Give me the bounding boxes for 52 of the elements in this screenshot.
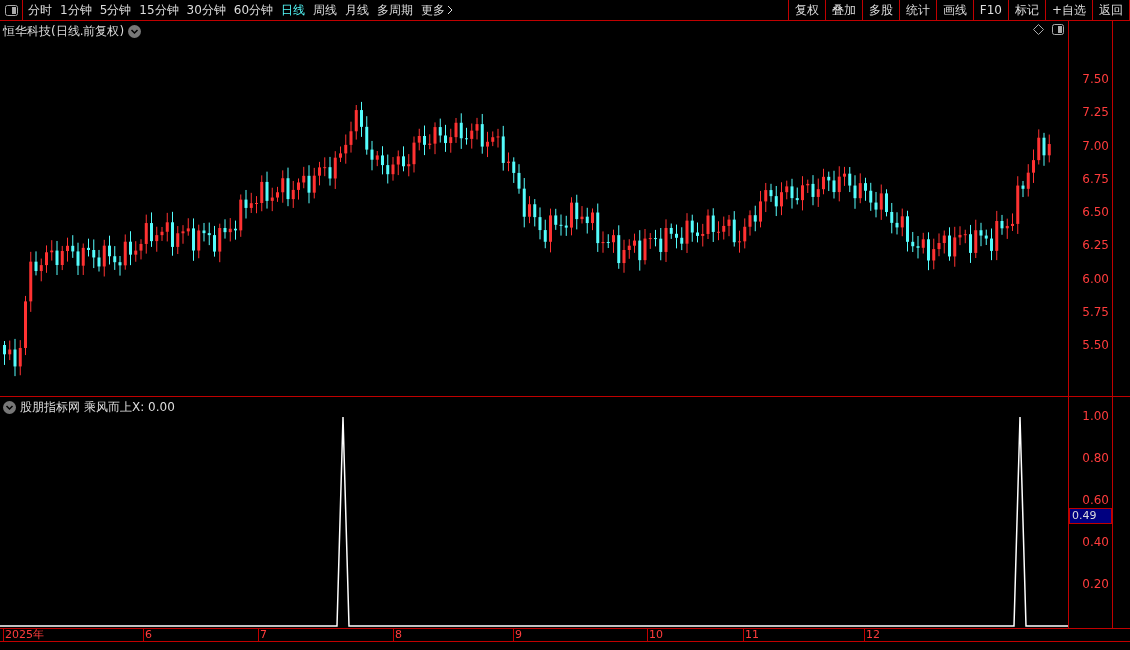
price-label: 5.50	[1082, 338, 1109, 352]
price-label: 7.25	[1082, 105, 1109, 120]
dropdown-icon[interactable]	[128, 24, 142, 38]
toolbar-button[interactable]: 返回	[1093, 0, 1130, 20]
price-label: 6.00	[1082, 271, 1109, 286]
date-label: 9	[513, 629, 522, 641]
indicator-axis-label: 0.60	[1082, 493, 1109, 507]
diamond-icon[interactable]	[1033, 24, 1044, 35]
period-tab[interactable]: 更多	[421, 1, 454, 19]
toolbar-button[interactable]: 叠加	[825, 0, 863, 20]
period-tab[interactable]: 60分钟	[233, 1, 274, 19]
toolbar-button[interactable]: F10	[973, 0, 1009, 20]
period-tab[interactable]: 15分钟	[139, 1, 179, 19]
date-label: 12	[864, 629, 880, 641]
toolbar-button[interactable]: +自选	[1045, 0, 1093, 20]
cursor-value: 0.49	[1069, 508, 1112, 524]
period-tab[interactable]: 分时	[28, 1, 52, 19]
price-label: 6.50	[1082, 205, 1109, 219]
stock-title: 恒华科技(日线.前复权)	[3, 23, 125, 40]
toolbar-button[interactable]: 多股	[862, 0, 900, 20]
price-label: 5.75	[1082, 304, 1109, 319]
period-tab[interactable]: 周线	[313, 1, 338, 19]
toolbar-button[interactable]: 统计	[899, 0, 937, 20]
period-tab[interactable]: 日线	[281, 1, 306, 19]
toolbar-button[interactable]: 复权	[788, 0, 826, 20]
dropdown-icon[interactable]	[3, 400, 16, 414]
date-label: 6	[143, 629, 152, 641]
price-label: 7.50	[1082, 72, 1109, 86]
period-tab[interactable]: 5分钟	[99, 1, 132, 19]
indicator-axis-label: 0.20	[1082, 577, 1109, 591]
toolbar-button[interactable]: 标记	[1008, 0, 1046, 20]
period-tab[interactable]: 30分钟	[186, 1, 226, 19]
indicator-axis-label: 1.00	[1082, 409, 1109, 423]
indicator-axis-label: 0.40	[1082, 535, 1109, 549]
period-tab[interactable]: 多周期	[377, 1, 414, 19]
indicator-axis-label: 0.80	[1082, 451, 1109, 465]
toolbar-button[interactable]: 画线	[936, 0, 974, 20]
indicator-value: 乘风而上X: 0.00	[84, 399, 175, 416]
panel-toggle-icon	[4, 4, 18, 16]
period-tab[interactable]: 月线	[345, 1, 370, 19]
indicator-name: 股朋指标网	[20, 399, 80, 416]
period-tab[interactable]: 1分钟	[60, 1, 92, 19]
price-label: 7.00	[1082, 138, 1109, 153]
date-label: 8	[393, 629, 402, 641]
price-label: 6.25	[1082, 238, 1109, 253]
chevron-right-icon	[447, 5, 454, 15]
date-label: 2025年	[3, 629, 44, 641]
date-label: 11	[743, 629, 759, 641]
date-label: 7	[258, 629, 267, 641]
price-label: 6.75	[1082, 171, 1109, 186]
date-label: 10	[647, 629, 663, 641]
panel-toggle-icon[interactable]	[1052, 24, 1064, 35]
